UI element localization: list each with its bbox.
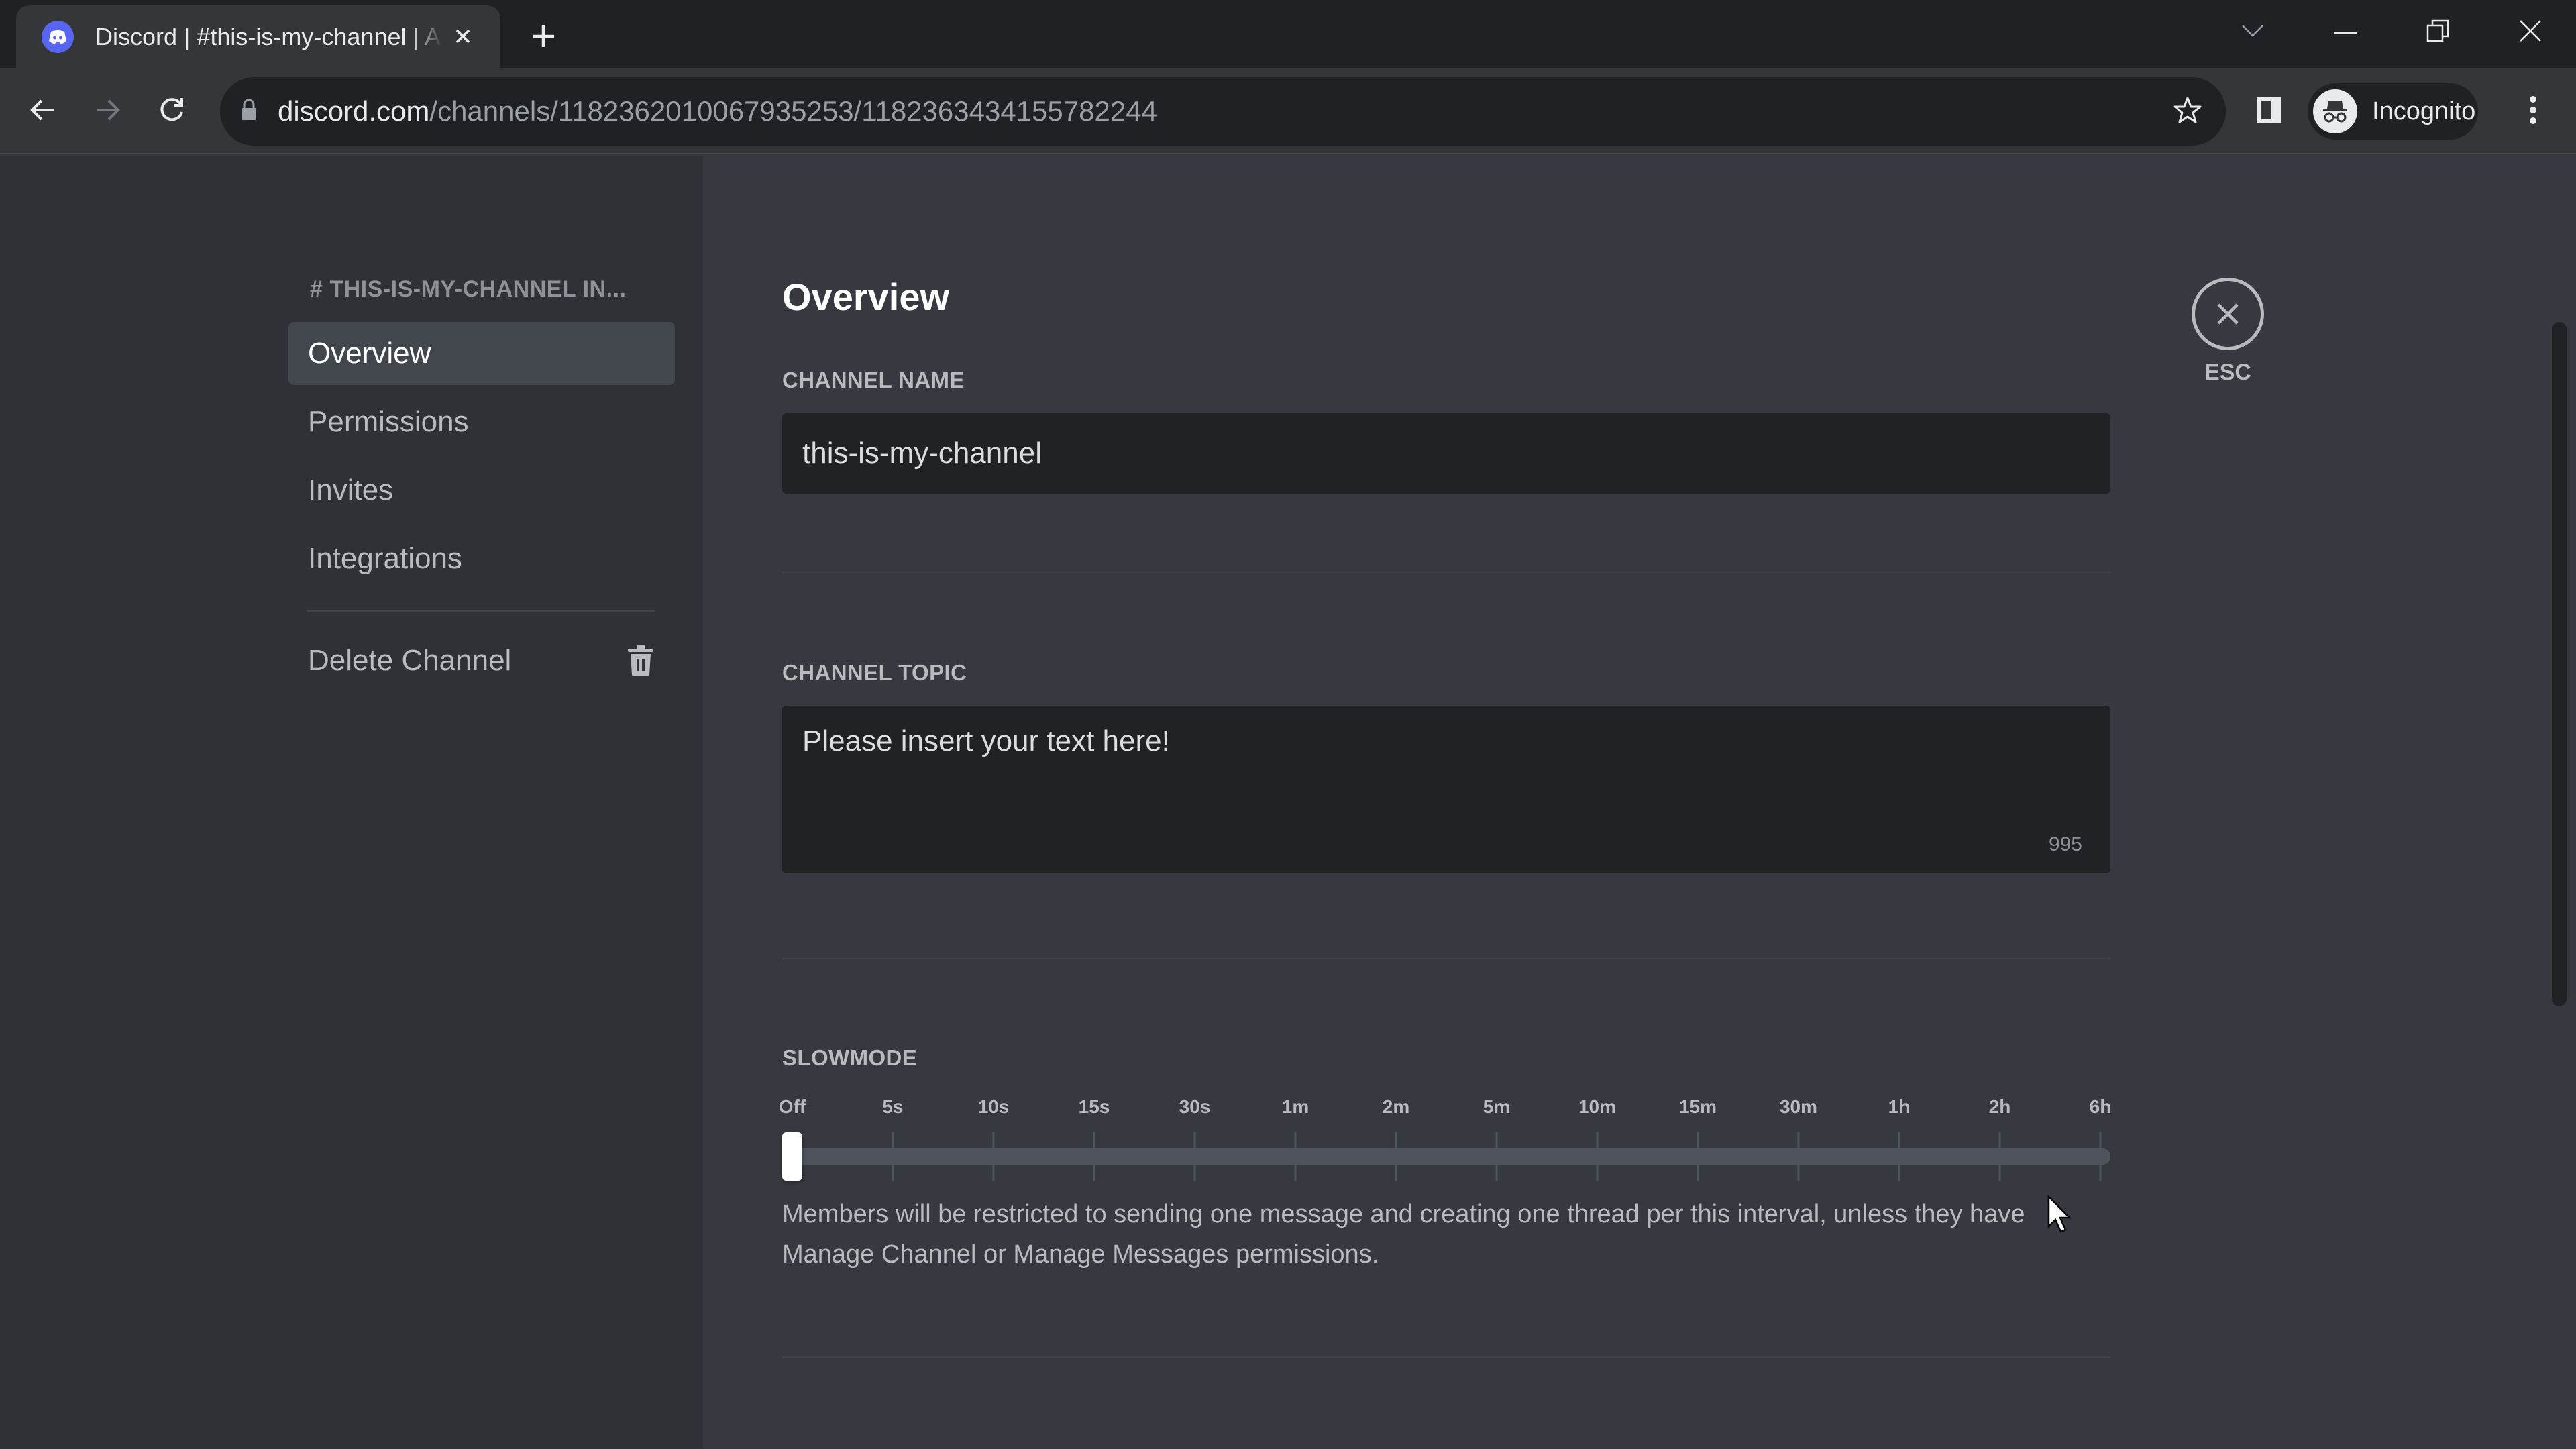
slider-tick-mark <box>1797 1132 1800 1181</box>
url-path: /channels/1182362010067935253/1182363434… <box>429 95 1157 127</box>
incognito-icon <box>2313 89 2357 133</box>
slider-tick-label[interactable]: 2h <box>1989 1096 2011 1118</box>
bookmark-button[interactable] <box>2168 92 2207 131</box>
discord-logo-icon <box>42 21 74 53</box>
sidebar-item-label: Integrations <box>308 542 462 575</box>
slider-tick-mark <box>1697 1132 1699 1181</box>
plus-icon <box>530 23 557 53</box>
channel-topic-text: Please insert your text here! <box>802 724 1170 757</box>
close-settings-button[interactable]: ESC <box>2191 278 2265 386</box>
slider-track[interactable] <box>782 1148 2110 1165</box>
slider-thumb[interactable] <box>782 1132 802 1181</box>
tab-title: Discord | #this-is-my-channel | A <box>95 23 441 50</box>
browser-toolbar: discord.com/channels/1182362010067935253… <box>0 68 2576 154</box>
slider-tick-mark <box>892 1132 894 1181</box>
channel-settings-page: # THIS-IS-MY-CHANNEL IN... Overview Perm… <box>0 156 2576 1449</box>
slider-tick-mark <box>1898 1132 1900 1181</box>
restore-icon <box>2426 19 2449 46</box>
mouse-cursor-icon <box>2047 1194 2074 1238</box>
sidebar-item-label: Permissions <box>308 405 469 438</box>
section-divider <box>782 1356 2110 1358</box>
sidebar-item-invites[interactable]: Invites <box>288 459 675 522</box>
slider-tick-label[interactable]: 10m <box>1578 1096 1616 1118</box>
slider-tick-label[interactable]: 30m <box>1780 1096 1817 1118</box>
section-divider <box>782 572 2110 573</box>
slider-tick-mark <box>1093 1132 1095 1181</box>
delete-channel-button[interactable]: Delete Channel <box>288 629 675 692</box>
sidebar-divider <box>307 610 655 612</box>
remaining-char-count: 995 <box>2048 833 2082 855</box>
reload-button[interactable] <box>149 89 195 134</box>
close-icon[interactable] <box>2192 278 2264 350</box>
channel-name-label: CHANNEL NAME <box>782 368 965 392</box>
slider-tick-mark <box>1395 1132 1397 1181</box>
minimize-icon <box>2334 26 2357 38</box>
slider-tick-label[interactable]: 30s <box>1179 1096 1211 1118</box>
slowmode-help-text: Members will be restricted to sending on… <box>782 1200 2025 1269</box>
kebab-menu-icon <box>2529 95 2537 128</box>
slowmode-label: SLOWMODE <box>782 1045 918 1070</box>
page-title: Overview <box>782 276 950 318</box>
sidebar-item-label: Invites <box>308 474 394 506</box>
side-panel-icon <box>2255 96 2282 127</box>
slider-tick-mark <box>1998 1132 2001 1181</box>
sidebar-channel-header: # THIS-IS-MY-CHANNEL IN... <box>310 276 627 302</box>
channel-topic-label: CHANNEL TOPIC <box>782 660 967 685</box>
star-icon <box>2173 95 2202 128</box>
sidebar-item-label: Overview <box>308 337 431 370</box>
sidebar-item-permissions[interactable]: Permissions <box>288 390 675 453</box>
slider-tick-mark <box>1193 1132 1196 1181</box>
window-close-button[interactable] <box>2504 12 2557 52</box>
slider-tick-label[interactable]: Off <box>779 1096 806 1118</box>
settings-content: Overview ESC CHANNEL NAME CHANNEL TOPIC … <box>703 156 2576 1449</box>
tab-close-icon[interactable] <box>447 20 479 52</box>
slider-tick-mark <box>2099 1132 2102 1181</box>
trash-icon <box>628 645 653 684</box>
slider-tick-label[interactable]: 1h <box>1888 1096 1911 1118</box>
slider-tick-label[interactable]: 6h <box>2090 1096 2112 1118</box>
reload-icon <box>158 96 186 127</box>
incognito-label: Incognito <box>2372 97 2476 125</box>
arrow-left-icon <box>30 97 56 127</box>
delete-channel-label: Delete Channel <box>308 644 512 677</box>
forward-button[interactable] <box>85 89 130 134</box>
sidebar-item-integrations[interactable]: Integrations <box>288 527 675 590</box>
back-button[interactable] <box>20 89 66 134</box>
channel-topic-input[interactable]: Please insert your text here! 995 <box>782 706 2110 873</box>
esc-label: ESC <box>2204 360 2251 385</box>
settings-sidebar: # THIS-IS-MY-CHANNEL IN... Overview Perm… <box>0 156 703 1449</box>
url-text[interactable]: discord.com/channels/1182362010067935253… <box>278 95 1157 127</box>
address-bar[interactable]: discord.com/channels/1182362010067935253… <box>220 77 2226 146</box>
slider-tick-label[interactable]: 5m <box>1483 1096 1510 1118</box>
content-scrollbar[interactable] <box>2552 322 2567 1006</box>
slider-tick-label[interactable]: 2m <box>1383 1096 1409 1118</box>
section-divider <box>782 958 2110 959</box>
slider-tick-mark <box>1495 1132 1498 1181</box>
new-tab-button[interactable] <box>523 17 564 58</box>
slowmode-slider[interactable]: Off 5s 10s 15s 30s 1m 2m 5m 10m 15m 30m 1h 2h 6h <box>779 1096 2112 1181</box>
slider-tick-label[interactable]: 15m <box>1679 1096 1717 1118</box>
browser-tab-strip: Discord | #this-is-my-channel | A <box>0 0 2576 68</box>
slider-tick-mark <box>1294 1132 1297 1181</box>
chevron-down-icon <box>2241 24 2264 41</box>
restore-button[interactable] <box>2411 12 2465 52</box>
slider-tick-mark <box>1596 1132 1599 1181</box>
url-host: discord.com <box>278 95 430 127</box>
minimize-button[interactable] <box>2318 12 2372 52</box>
lock-icon <box>240 99 258 125</box>
browser-menu-button[interactable] <box>2513 89 2553 134</box>
close-icon <box>2519 19 2542 46</box>
slider-tick-mark <box>992 1132 995 1181</box>
slider-tick-label[interactable]: 1m <box>1282 1096 1309 1118</box>
arrow-right-icon <box>94 97 121 127</box>
incognito-profile-button[interactable]: Incognito <box>2308 83 2478 140</box>
slider-tick-label[interactable]: 10s <box>978 1096 1010 1118</box>
slider-tick-label[interactable]: 5s <box>882 1096 903 1118</box>
tab-search-button[interactable] <box>2226 12 2279 52</box>
side-panel-button[interactable] <box>2247 90 2290 133</box>
sidebar-item-overview[interactable]: Overview <box>288 322 675 385</box>
browser-tab[interactable]: Discord | #this-is-my-channel | A <box>16 5 500 68</box>
channel-name-input[interactable] <box>782 413 2110 494</box>
slider-tick-label[interactable]: 15s <box>1079 1096 1110 1118</box>
